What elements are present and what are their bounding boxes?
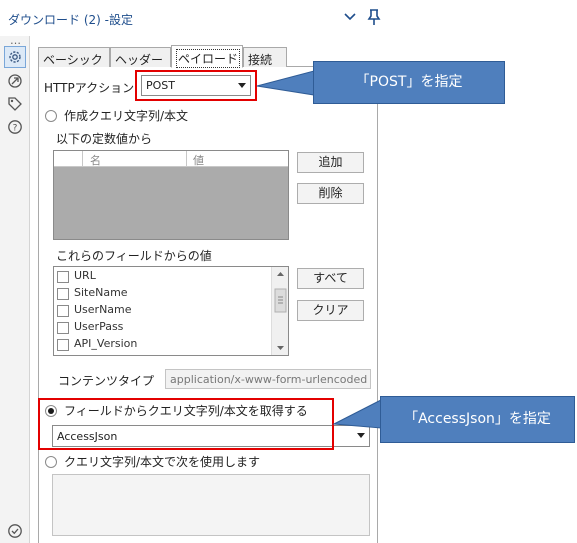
post-callout: 「POST」を指定 — [313, 61, 505, 104]
accessjson-callout-pointer — [332, 399, 382, 429]
accessjson-callout: 「AccessJson」を指定 — [380, 396, 575, 443]
post-callout-pointer — [256, 70, 315, 96]
